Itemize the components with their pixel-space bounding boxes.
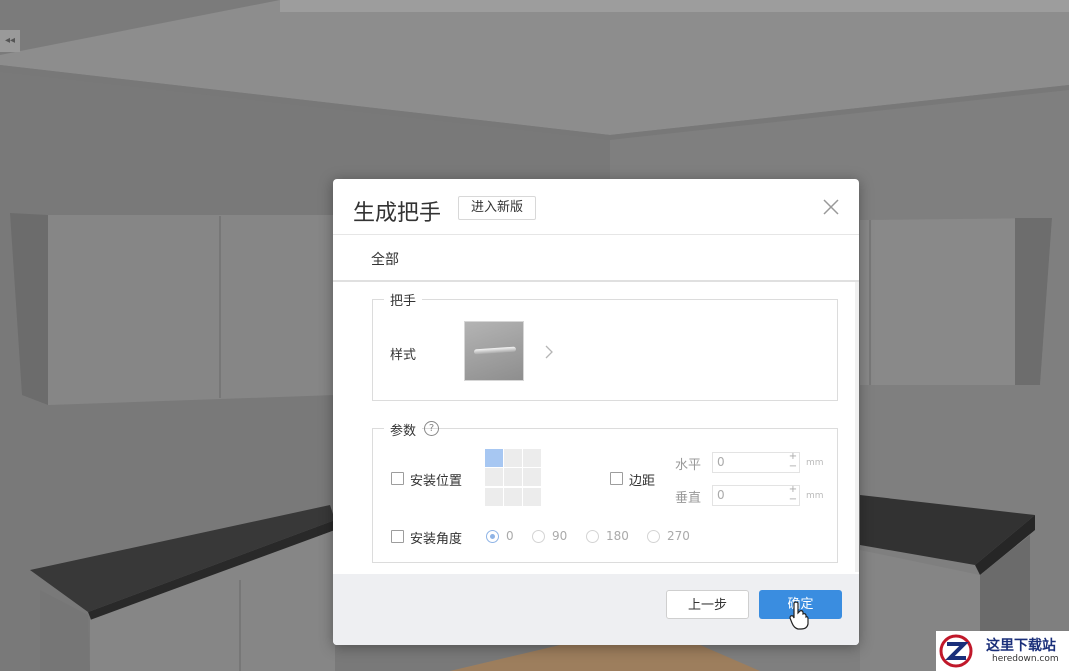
watermark-title: 这里下载站	[986, 638, 1056, 654]
scrollbar[interactable]	[855, 282, 859, 572]
angle-label-180: 180	[606, 529, 629, 543]
horizontal-unit: mm	[806, 458, 824, 468]
vertical-unit: mm	[806, 491, 824, 501]
vertical-label: 垂直	[675, 491, 702, 506]
install-angle-checkbox[interactable]	[391, 530, 404, 543]
angle-radio-0[interactable]	[486, 530, 499, 543]
horizontal-label: 水平	[675, 458, 702, 473]
previous-step-button[interactable]: 上一步	[666, 590, 749, 619]
close-icon[interactable]	[819, 195, 843, 219]
collapse-panel-icon[interactable]: ◂◂	[0, 30, 20, 52]
enter-new-version-button[interactable]: 进入新版	[458, 196, 536, 220]
vertical-stepper[interactable]: + −	[787, 485, 799, 506]
position-cell[interactable]	[523, 449, 541, 467]
angle-radio-180[interactable]	[586, 530, 599, 543]
position-cell[interactable]	[504, 487, 522, 506]
install-position-label: 安装位置	[410, 474, 463, 489]
install-position-checkbox[interactable]	[391, 472, 404, 485]
dialog-footer: 上一步 确定	[333, 574, 859, 645]
margin-checkbox[interactable]	[610, 472, 623, 485]
hand-cursor-icon	[789, 601, 809, 630]
chevron-right-icon[interactable]	[543, 343, 555, 361]
watermark: 这里下载站 heredown.com	[936, 631, 1069, 671]
install-angle-label: 安装角度	[410, 532, 463, 547]
horizontal-stepper[interactable]: + −	[787, 452, 799, 473]
position-cell[interactable]	[504, 468, 522, 487]
style-label: 样式	[390, 348, 417, 363]
handle-style-thumbnail[interactable]	[464, 321, 524, 381]
position-cell[interactable]	[523, 487, 541, 506]
margin-label: 边距	[629, 474, 656, 489]
angle-label-270: 270	[667, 529, 690, 543]
divider	[333, 234, 859, 235]
handle-group	[372, 299, 838, 401]
position-grid[interactable]	[485, 449, 542, 506]
position-cell[interactable]	[504, 449, 522, 467]
angle-radio-270[interactable]	[647, 530, 660, 543]
params-group-legend: 参数	[384, 420, 423, 439]
dialog-title: 生成把手	[353, 201, 442, 226]
position-cell[interactable]	[485, 468, 503, 487]
angle-label-90: 90	[552, 529, 568, 543]
help-icon[interactable]: ?	[424, 421, 439, 436]
handle-bar-icon	[473, 346, 517, 355]
position-cell[interactable]	[485, 449, 503, 467]
handle-group-legend: 把手	[384, 290, 423, 309]
angle-label-0: 0	[506, 529, 514, 543]
position-cell[interactable]	[485, 487, 503, 506]
tab-all[interactable]: 全部	[371, 249, 399, 269]
divider	[333, 280, 859, 282]
position-cell[interactable]	[523, 468, 541, 487]
site-logo-icon	[939, 634, 973, 668]
generate-handle-dialog: 生成把手 进入新版 全部 把手 样式 参数 ? 安装位置 边距 水平 0 + − …	[333, 179, 859, 645]
watermark-url: heredown.com	[992, 654, 1059, 664]
angle-radio-90[interactable]	[532, 530, 545, 543]
